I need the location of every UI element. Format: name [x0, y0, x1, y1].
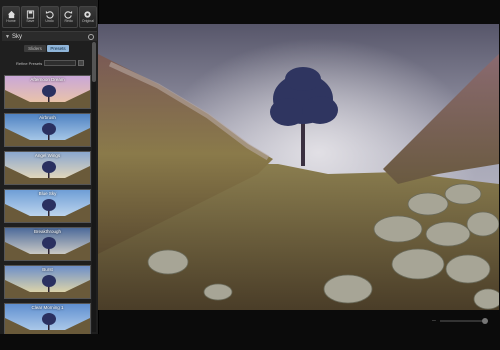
preset-name: Clear Morning 1: [31, 305, 64, 310]
preset-item[interactable]: Airbrush: [4, 113, 91, 147]
preset-item[interactable]: Afternoon Dream: [4, 75, 91, 109]
left-panel: Home Save Undo Redo Original ▼ Sky Slide…: [0, 0, 99, 334]
home-button[interactable]: Home: [2, 6, 21, 28]
mode-tabs: Sliders Presets: [24, 45, 69, 52]
save-icon: [26, 10, 34, 19]
redo-icon: [64, 11, 73, 19]
preset-name: Burst: [42, 267, 53, 272]
preset-item[interactable]: Angel Wings: [4, 151, 91, 185]
sky-section-header[interactable]: ▼ Sky: [2, 31, 97, 41]
preset-name: Afternoon Dream: [30, 77, 65, 82]
preset-name: Breakthrough: [33, 229, 62, 234]
collapse-triangle-icon[interactable]: ▼: [5, 34, 10, 40]
toolbar: Home Save Undo Redo Original: [2, 6, 98, 28]
preset-name: Blue Sky: [38, 191, 57, 196]
undo-label: Undo: [45, 19, 54, 24]
app-window: Home Save Undo Redo Original ▼ Sky Slide…: [0, 0, 500, 350]
preset-name: Angel Wings: [34, 153, 61, 158]
refine-presets-select[interactable]: [44, 60, 77, 66]
redo-button[interactable]: Redo: [59, 6, 78, 28]
zoom-out-icon[interactable]: –: [432, 316, 436, 326]
preset-list: Afternoon Dream Airbrush Angel Wings Blue S…: [4, 75, 91, 334]
zoom-knob[interactable]: [482, 318, 488, 324]
home-icon: [7, 11, 15, 19]
refine-presets-row: Refine Presets: [16, 60, 85, 66]
tab-presets[interactable]: Presets: [47, 45, 69, 52]
original-label: Original: [81, 19, 94, 24]
refine-menu-button[interactable]: [78, 60, 85, 66]
original-icon: [84, 11, 92, 18]
zoom-slider[interactable]: –: [432, 316, 492, 326]
home-label: Home: [6, 19, 16, 24]
original-button[interactable]: Original: [78, 6, 98, 28]
save-button[interactable]: Save: [21, 6, 40, 28]
main-photo: [98, 24, 499, 310]
preset-item[interactable]: Blue Sky: [4, 189, 91, 223]
preset-item[interactable]: Burst: [4, 265, 91, 299]
redo-label: Redo: [64, 19, 73, 24]
settings-icon[interactable]: [88, 33, 94, 40]
save-label: Save: [26, 19, 35, 24]
undo-button[interactable]: Undo: [40, 6, 59, 28]
refine-label: Refine Presets: [16, 60, 43, 66]
preset-name: Airbrush: [39, 115, 56, 120]
preset-scrollbar[interactable]: [92, 42, 96, 332]
zoom-track[interactable]: [440, 320, 484, 322]
scroll-thumb[interactable]: [92, 42, 96, 82]
tab-sliders[interactable]: Sliders: [24, 45, 46, 52]
section-title: Sky: [11, 33, 22, 40]
preset-item[interactable]: Clear Morning 1: [4, 303, 91, 334]
preset-item[interactable]: Breakthrough: [4, 227, 91, 261]
undo-icon: [45, 11, 54, 19]
